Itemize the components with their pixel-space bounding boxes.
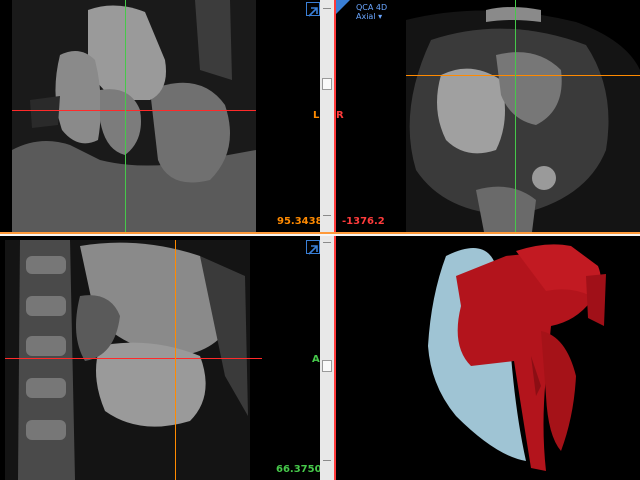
scrollbar-thumb[interactable]: [322, 78, 332, 90]
vertical-crosshair[interactable]: [515, 0, 516, 232]
scroll-tick: [323, 242, 331, 243]
sagittal-view[interactable]: A 66.3750: [0, 236, 320, 480]
scroll-tick: [323, 215, 331, 216]
value-readout: 66.3750: [276, 464, 320, 475]
volume-render-view[interactable]: [336, 236, 640, 480]
horizontal-crosshair[interactable]: [12, 110, 256, 111]
horizontal-crosshair[interactable]: [5, 358, 262, 359]
plane-selector[interactable]: Axial ▾: [356, 12, 382, 21]
scroll-tick: [323, 8, 331, 9]
sagittal-scrollbar[interactable]: [320, 236, 334, 480]
expand-arrow-icon[interactable]: [306, 2, 320, 17]
qca-menu-label[interactable]: QCA 4D: [356, 3, 387, 12]
coronal-ct-image: [12, 0, 256, 232]
horizontal-crosshair[interactable]: [406, 75, 640, 76]
orientation-label: A: [312, 354, 320, 365]
value-readout: 95.3438: [277, 216, 320, 227]
value-readout: -1376.2: [342, 216, 385, 227]
heart-3d-render: [428, 244, 606, 471]
scroll-tick: [323, 460, 331, 461]
orientation-label: L: [313, 110, 320, 121]
orientation-label: R: [336, 110, 344, 121]
coronal-view[interactable]: L 95.3438: [0, 0, 320, 232]
vertical-crosshair[interactable]: [175, 240, 176, 480]
tab-corner-icon[interactable]: [336, 0, 350, 14]
axial-ct-image: [406, 7, 640, 232]
vertical-crosshair[interactable]: [125, 0, 126, 232]
axial-view[interactable]: QCA 4D Axial ▾ R -1376.2: [336, 0, 640, 232]
expand-arrow-icon[interactable]: [306, 240, 320, 255]
coronal-scrollbar[interactable]: [320, 0, 334, 232]
scrollbar-thumb[interactable]: [322, 360, 332, 372]
